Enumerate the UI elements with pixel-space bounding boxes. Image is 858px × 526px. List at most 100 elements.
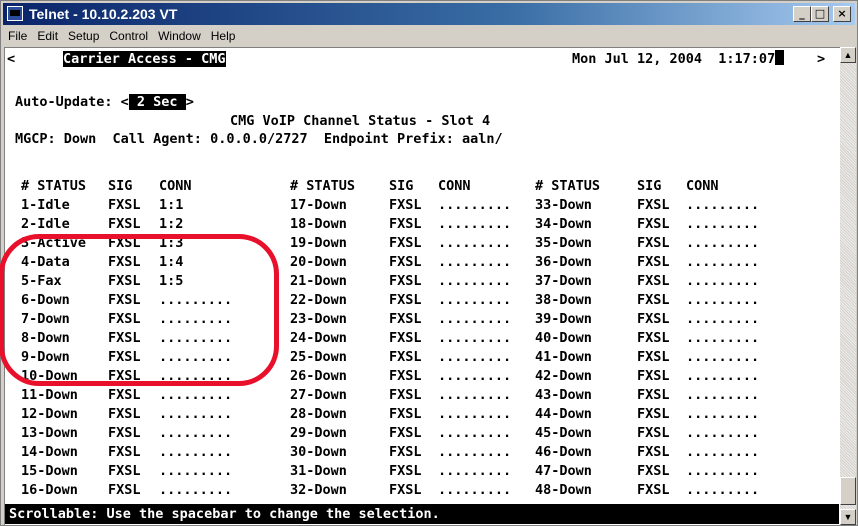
channel-status[interactable]: 12-Down [21,405,78,424]
channel-status[interactable]: 11-Down [21,386,78,405]
channel-conn: ......... [159,368,233,384]
channel-status[interactable]: 9-Down [21,348,70,367]
close-button[interactable]: × [833,6,851,22]
channel-sig: FXSL [389,254,422,270]
channel-status[interactable]: 39-Down [535,310,592,329]
channel-status[interactable]: 41-Down [535,348,592,367]
channel-status[interactable]: 23-Down [290,310,347,329]
channel-status[interactable]: 29-Down [290,424,347,443]
channel-status[interactable]: 21-Down [290,272,347,291]
channel-status[interactable]: 20-Down [290,253,347,272]
channel-conn: 1:1 [159,197,184,213]
channel-sig: FXSL [637,197,670,213]
menu-control[interactable]: Control [104,26,153,46]
datetime: Mon Jul 12, 2004 1:17:07 [572,51,776,67]
channel-sig: FXSL [108,292,141,308]
channel-status[interactable]: 13-Down [21,424,78,443]
channel-status[interactable]: 33-Down [535,196,592,215]
channel-status[interactable]: 8-Down [21,329,70,348]
channel-status[interactable]: 4-Data [21,253,70,272]
channel-sig: FXSL [389,444,422,460]
scroll-up-icon[interactable]: ▲ [840,47,856,63]
channel-conn: ......... [686,368,760,384]
channel-status[interactable]: 25-Down [290,348,347,367]
channel-sig: FXSL [108,311,141,327]
channel-status[interactable]: 36-Down [535,253,592,272]
channel-status[interactable]: 31-Down [290,462,347,481]
header-status-3: # STATUS [535,178,601,194]
channel-status[interactable]: 10-Down [21,367,78,386]
channel-conn: ......... [686,197,760,213]
channel-status[interactable]: 5-Fax [21,272,62,291]
channel-conn: 1:5 [159,273,184,289]
channel-conn: ......... [438,482,512,498]
channel-conn: ......... [686,254,760,270]
channel-sig: FXSL [637,311,670,327]
channel-status[interactable]: 14-Down [21,443,78,462]
channel-conn: ......... [438,463,512,479]
channel-status[interactable]: 47-Down [535,462,592,481]
scroll-down-icon[interactable]: ▼ [840,509,856,525]
channel-status[interactable]: 16-Down [21,481,78,500]
channel-sig: FXSL [637,292,670,308]
channel-sig: FXSL [637,463,670,479]
scroll-thumb[interactable] [840,477,856,505]
auto-update-end: > [185,94,194,110]
auto-update-selector[interactable]: 2 Sec [128,94,186,110]
header-conn-1: CONN [159,178,192,194]
channel-sig: FXSL [389,330,422,346]
channel-status[interactable]: 2-Idle [21,215,70,234]
minimize-button[interactable]: _ [793,6,811,22]
vertical-scrollbar[interactable]: ▲ ▼ [840,47,856,525]
channel-status[interactable]: 46-Down [535,443,592,462]
menu-edit[interactable]: Edit [32,26,63,46]
channel-status[interactable]: 7-Down [21,310,70,329]
channel-sig: FXSL [108,368,141,384]
terminal-screen[interactable]: < Carrier Access - CMG Mon Jul 12, 2004 … [0,47,840,525]
channel-status[interactable]: 19-Down [290,234,347,253]
channel-status[interactable]: 42-Down [535,367,592,386]
title-bar[interactable]: Telnet - 10.10.2.203 VT _ □ × [3,3,855,25]
telnet-app-icon[interactable] [7,6,23,21]
channel-status[interactable]: 40-Down [535,329,592,348]
channel-sig: FXSL [108,425,141,441]
channel-conn: ......... [159,292,233,308]
menu-help[interactable]: Help [206,26,241,46]
menu-file[interactable]: File [3,26,32,46]
channel-conn: ......... [159,311,233,327]
channel-status[interactable]: 38-Down [535,291,592,310]
channel-status[interactable]: 45-Down [535,424,592,443]
header-sig-1: SIG [108,178,133,194]
channel-status[interactable]: 43-Down [535,386,592,405]
channel-status[interactable]: 32-Down [290,481,347,500]
channel-status[interactable]: 30-Down [290,443,347,462]
channel-sig: FXSL [389,292,422,308]
channel-status[interactable]: 44-Down [535,405,592,424]
channel-sig: FXSL [389,216,422,232]
maximize-button[interactable]: □ [811,6,829,22]
channel-status[interactable]: 1-Idle [21,196,70,215]
banner: Carrier Access - CMG [63,51,226,67]
channel-status[interactable]: 48-Down [535,481,592,500]
channel-sig: FXSL [389,387,422,403]
channel-status[interactable]: 18-Down [290,215,347,234]
channel-status[interactable]: 26-Down [290,367,347,386]
channel-status[interactable]: 28-Down [290,405,347,424]
channel-status[interactable]: 34-Down [535,215,592,234]
channel-sig: FXSL [637,254,670,270]
channel-status[interactable]: 22-Down [290,291,347,310]
channel-status[interactable]: 24-Down [290,329,347,348]
channel-status[interactable]: 17-Down [290,196,347,215]
channel-sig: FXSL [637,273,670,289]
channel-status[interactable]: 15-Down [21,462,78,481]
channel-status[interactable]: 3-Active [21,234,86,253]
menu-window[interactable]: Window [153,26,206,46]
channel-sig: FXSL [389,311,422,327]
menu-setup[interactable]: Setup [63,26,104,46]
channel-sig: FXSL [108,406,141,422]
channel-status[interactable]: 6-Down [21,291,70,310]
channel-status[interactable]: 37-Down [535,272,592,291]
channel-status[interactable]: 35-Down [535,234,592,253]
channel-conn: 1:3 [159,235,184,251]
channel-status[interactable]: 27-Down [290,386,347,405]
